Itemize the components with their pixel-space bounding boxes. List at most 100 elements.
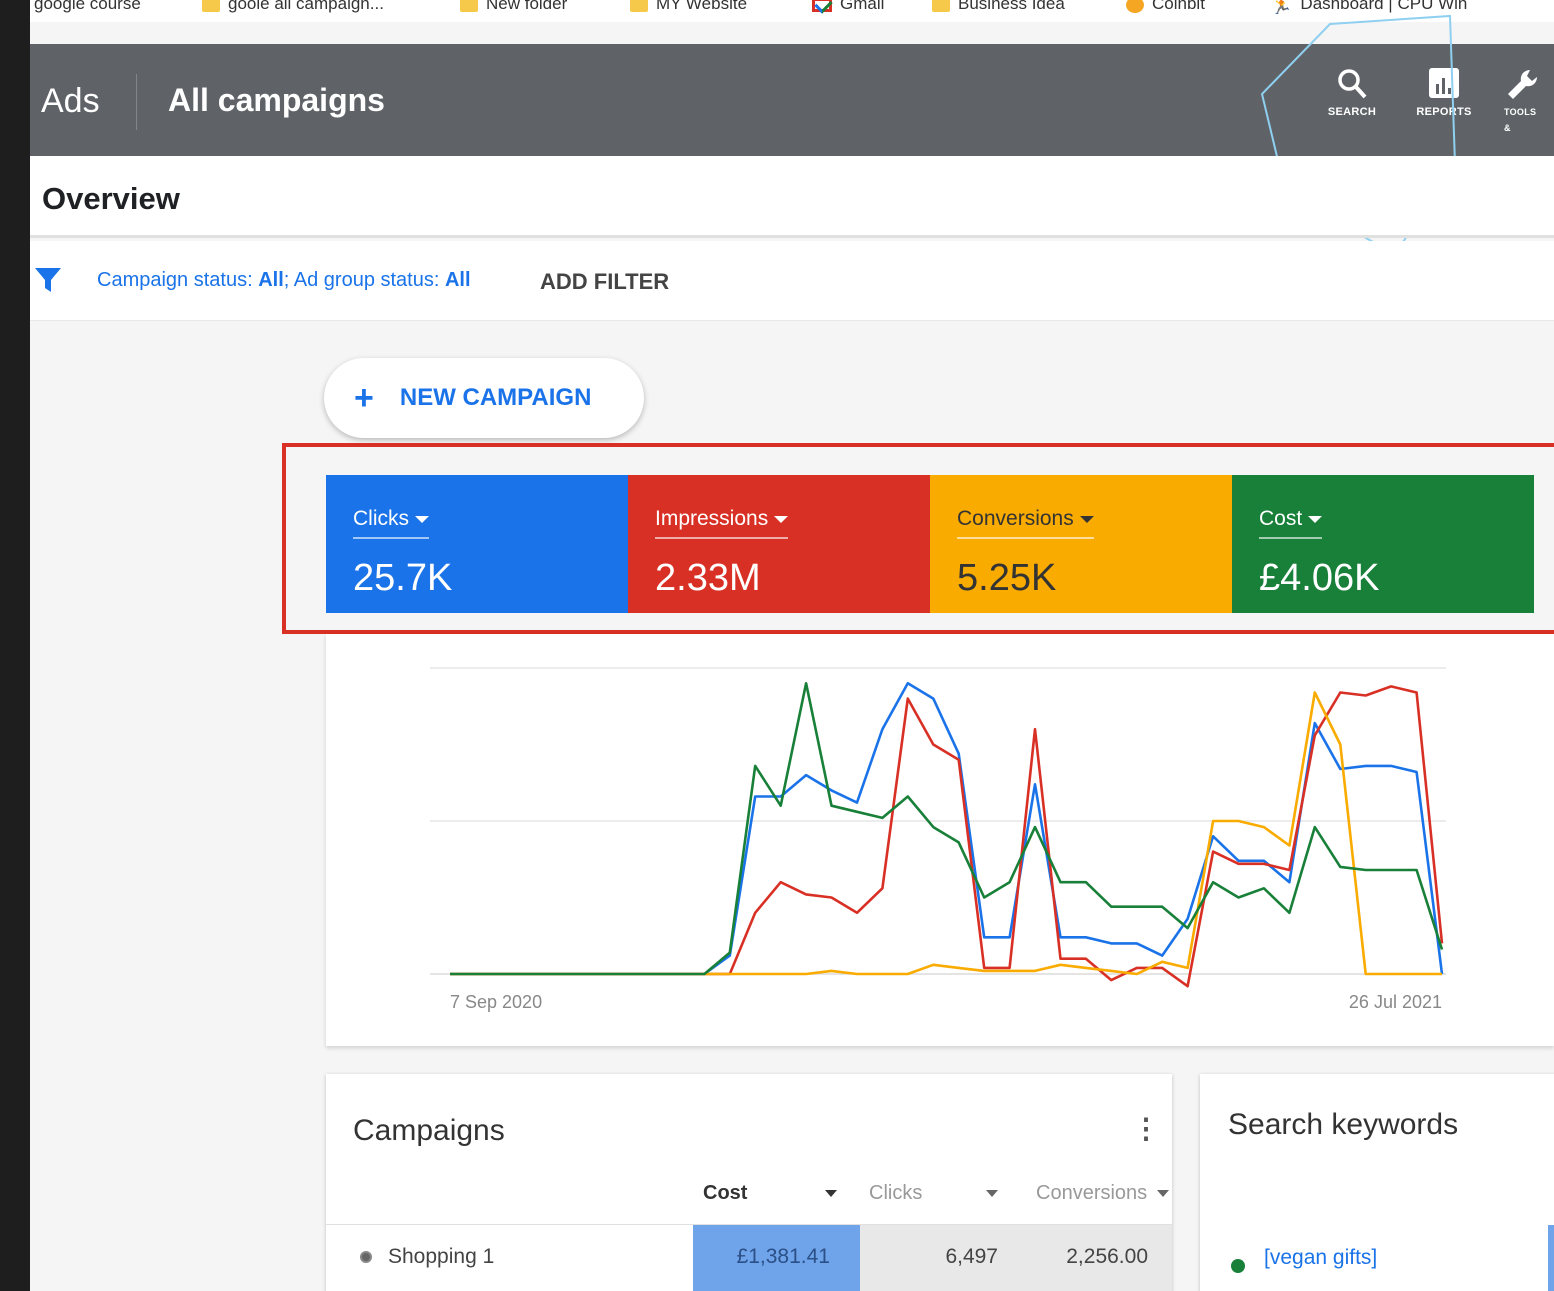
wrench-icon xyxy=(1504,66,1554,106)
coin-icon xyxy=(1126,0,1144,13)
browser-window: google course goole all campaign... New … xyxy=(30,0,1554,1291)
search-button[interactable]: SEARCH xyxy=(1312,66,1392,118)
bookmarks-bar: google course goole all campaign... New … xyxy=(30,0,1554,22)
bookmark-label: Gmail xyxy=(840,0,885,13)
caret-down-icon xyxy=(1308,515,1323,523)
metric-label[interactable]: Cost xyxy=(1259,507,1323,539)
table-row[interactable]: Shopping 1 £1,381.41 6,497 2,256.00 xyxy=(326,1225,1172,1291)
column-header-cost[interactable]: Cost xyxy=(703,1182,838,1205)
performance-chart: 7 Sep 2020 26 Jul 2021 xyxy=(430,667,1446,1012)
tools-settings-label: TOOLS & SETTINGS xyxy=(1504,107,1537,133)
more-options-icon[interactable]: ⋮ xyxy=(1132,1112,1160,1145)
search-keywords-panel: Search keywords [vegan gifts] xyxy=(1200,1074,1554,1291)
keyword-metric-bar xyxy=(1548,1225,1554,1291)
column-header-clicks[interactable]: Clicks xyxy=(869,1182,999,1205)
search-label: SEARCH xyxy=(1327,106,1377,118)
folder-icon xyxy=(932,0,950,12)
x-tick-end: 26 Jul 2021 xyxy=(1349,992,1442,1012)
search-icon xyxy=(1312,66,1392,106)
metric-value: £4.06K xyxy=(1259,557,1380,599)
bookmark-business-idea[interactable]: Business Idea xyxy=(932,0,1065,22)
bookmark-label: Business Idea xyxy=(958,0,1065,13)
filter-adgroup-value: All xyxy=(444,269,471,291)
caret-down-icon xyxy=(1079,515,1094,523)
filter-icon[interactable] xyxy=(34,265,64,300)
bookmark-new-folder[interactable]: New folder xyxy=(460,0,567,22)
caret-down-icon xyxy=(415,515,429,523)
filter-bar: Campaign status: All; Ad group status: A… xyxy=(30,241,1554,321)
active-filter[interactable]: Campaign status: All; Ad group status: A… xyxy=(97,269,471,292)
column-label: Conversions xyxy=(1036,1182,1148,1204)
metric-label-text: Clicks xyxy=(353,507,409,530)
conversions-cell: 2,256.00 xyxy=(1066,1245,1148,1268)
cost-cell: £1,381.41 xyxy=(693,1225,860,1291)
reports-label: REPORTS xyxy=(1416,106,1472,118)
app-header: Ads All campaigns SEARCH REPORTS TOOLS &… xyxy=(30,14,1554,256)
sort-down-icon xyxy=(1157,1190,1170,1197)
metric-label-text: Conversions xyxy=(957,507,1074,530)
series-line-1 xyxy=(450,685,1444,988)
folder-icon xyxy=(630,0,648,12)
series-layer xyxy=(450,681,1444,988)
reports-button[interactable]: REPORTS xyxy=(1404,66,1484,118)
performance-chart-panel: 7 Sep 2020 26 Jul 2021 xyxy=(326,634,1554,1046)
bookmark-coinbit[interactable]: Coinbit xyxy=(1126,0,1205,22)
metric-label-text: Cost xyxy=(1259,507,1303,530)
bookmark-label: Dashboard | CPU Win xyxy=(1300,0,1468,13)
filter-status-value: All xyxy=(258,269,284,291)
new-campaign-button[interactable]: + NEW CAMPAIGN xyxy=(324,358,644,438)
keywords-title: Search keywords xyxy=(1228,1108,1459,1141)
reports-icon xyxy=(1404,66,1484,106)
filter-status-label: Campaign status: xyxy=(97,269,259,291)
metric-value: 5.25K xyxy=(957,557,1057,599)
bookmark-label: goole all campaign... xyxy=(228,0,384,13)
bookmark-dashboard[interactable]: 🏃 Dashboard | CPU Win xyxy=(1270,0,1467,22)
metric-card-clicks[interactable]: Clicks 25.7K xyxy=(326,475,628,613)
runner-icon: 🏃 xyxy=(1270,0,1293,15)
folder-icon xyxy=(202,0,220,12)
bookmark-goole-all-campaign[interactable]: goole all campaign... xyxy=(202,0,384,22)
status-dot-icon xyxy=(1231,1259,1245,1273)
filter-adgroup-label: ; Ad group status: xyxy=(283,269,445,291)
metric-label[interactable]: Conversions xyxy=(957,507,1094,539)
folder-icon xyxy=(460,0,478,12)
column-label: Cost xyxy=(703,1182,748,1204)
header-divider xyxy=(136,74,137,130)
metric-label[interactable]: Impressions xyxy=(655,507,789,539)
app-name[interactable]: Ads xyxy=(41,82,100,121)
bookmark-my-website[interactable]: MY Website xyxy=(630,0,747,22)
column-header-conversions[interactable]: Conversions xyxy=(1036,1182,1170,1205)
sort-down-icon xyxy=(825,1190,838,1197)
bookmark-label: New folder xyxy=(486,0,568,13)
metric-card-cost[interactable]: Cost £4.06K xyxy=(1232,475,1534,613)
page-title[interactable]: All campaigns xyxy=(168,82,385,119)
bookmark-gmail[interactable]: Gmail xyxy=(812,0,884,22)
keyword-link[interactable]: [vegan gifts] xyxy=(1264,1246,1377,1270)
new-campaign-label: NEW CAMPAIGN xyxy=(399,384,592,411)
tools-settings-button[interactable]: TOOLS & SETTINGS xyxy=(1504,66,1554,136)
campaigns-title: Campaigns xyxy=(353,1114,505,1147)
metric-label[interactable]: Clicks xyxy=(353,507,429,539)
x-tick-start: 7 Sep 2020 xyxy=(450,992,542,1012)
plus-icon: + xyxy=(354,379,374,417)
metric-label-text: Impressions xyxy=(655,507,769,530)
bookmark-label: google course xyxy=(34,0,141,13)
metric-cards: Clicks 25.7K Impressions 2.33M Conversio… xyxy=(326,475,1534,613)
metric-card-conversions[interactable]: Conversions 5.25K xyxy=(930,475,1232,613)
campaigns-panel: Campaigns ⋮ Cost Clicks Conversions Shop… xyxy=(326,1074,1172,1291)
column-label: Clicks xyxy=(869,1182,923,1204)
metric-value: 25.7K xyxy=(353,557,453,599)
overview-bar: Overview xyxy=(30,156,1554,238)
campaign-name[interactable]: Shopping 1 xyxy=(388,1245,494,1269)
bookmark-google-course[interactable]: google course xyxy=(34,0,141,22)
metric-value: 2.33M xyxy=(655,557,761,599)
overview-title: Overview xyxy=(42,181,180,216)
caret-down-icon xyxy=(774,515,789,523)
sort-down-icon xyxy=(986,1190,999,1197)
clicks-cell: 6,497 xyxy=(945,1245,998,1268)
metric-card-impressions[interactable]: Impressions 2.33M xyxy=(628,475,930,613)
add-filter-button[interactable]: ADD FILTER xyxy=(540,269,669,295)
bookmark-label: Coinbit xyxy=(1152,0,1205,13)
gmail-icon xyxy=(812,0,832,12)
bookmark-label: MY Website xyxy=(656,0,748,13)
